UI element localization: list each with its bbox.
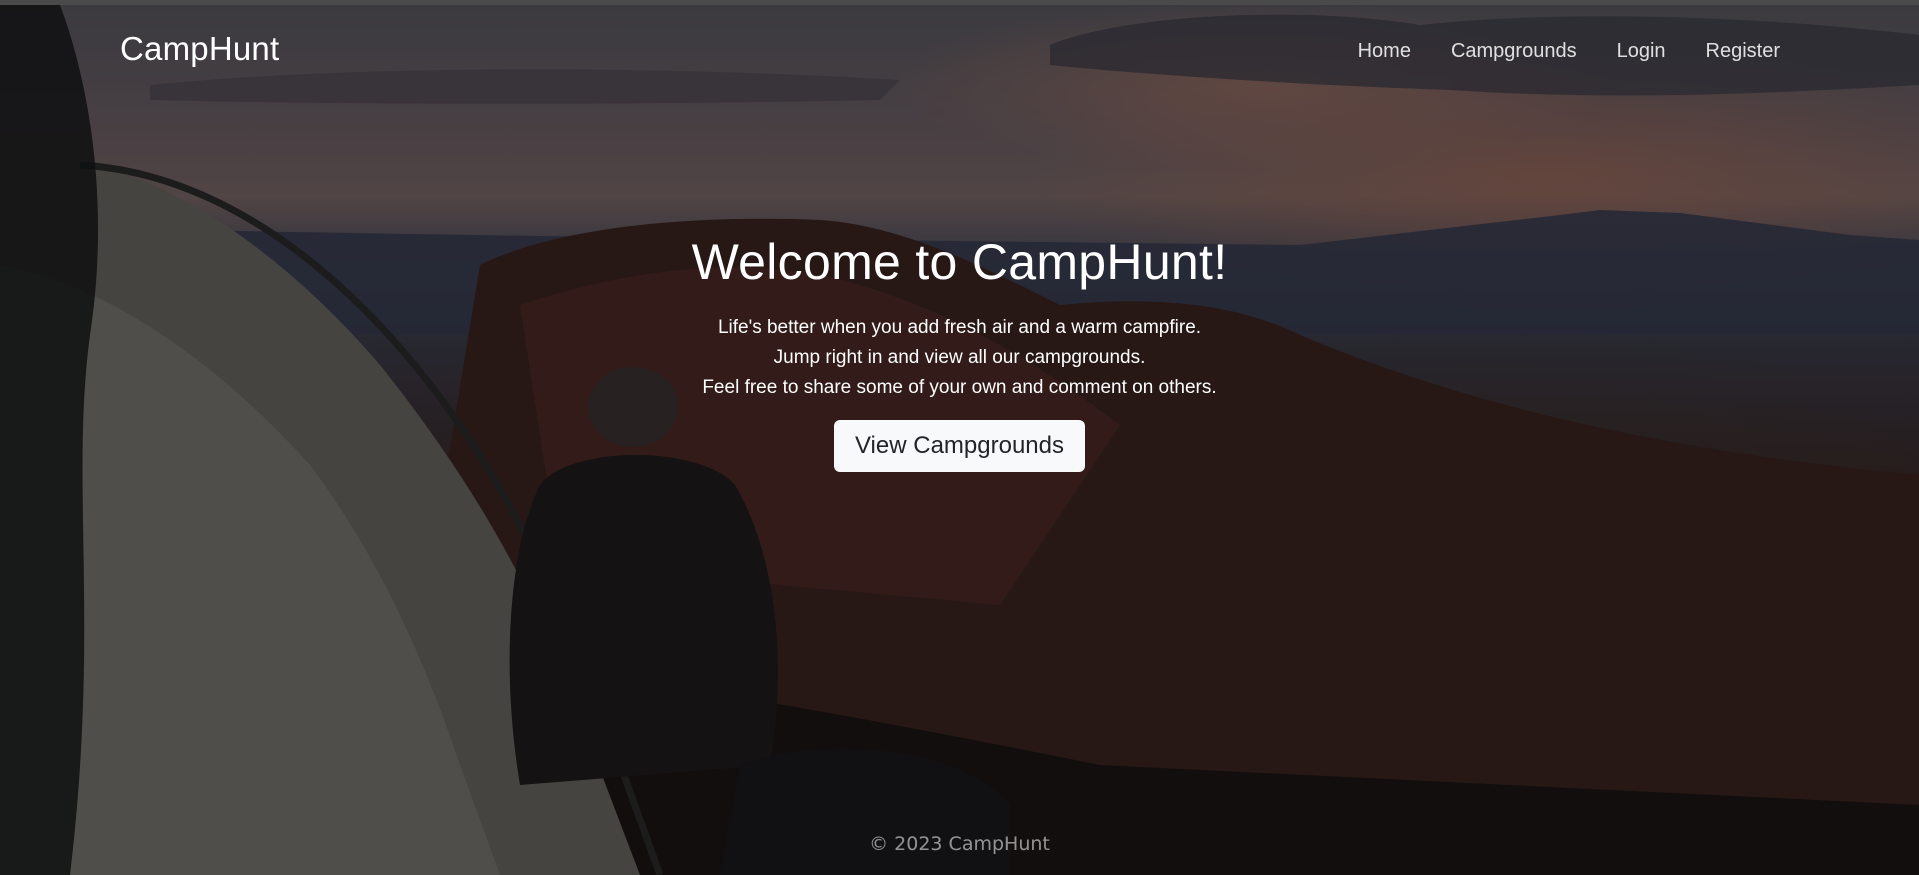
view-campgrounds-button[interactable]: View Campgrounds <box>833 420 1085 472</box>
top-navbar: CampHunt Home Campgrounds Login Register <box>120 28 1780 78</box>
footer-copyright: © 2023 CampHunt <box>869 833 1050 855</box>
brand-logo[interactable]: CampHunt <box>120 30 279 68</box>
hero-content: Welcome to CampHunt! Life's better when … <box>0 233 1919 472</box>
nav-login-link[interactable]: Login <box>1617 40 1666 63</box>
nav-register-link[interactable]: Register <box>1706 40 1780 63</box>
hero-tagline-2: Jump right in and view all our campgroun… <box>773 347 1146 368</box>
nav-links: Home Campgrounds Login Register <box>1358 40 1780 63</box>
hero-tagline-1: Life's better when you add fresh air and… <box>717 317 1202 338</box>
hero-title: Welcome to CampHunt! <box>691 234 1228 290</box>
hero-tagline-3: Feel free to share some of your own and … <box>702 377 1217 398</box>
nav-home-link[interactable]: Home <box>1358 40 1411 63</box>
nav-campgrounds-link[interactable]: Campgrounds <box>1451 40 1577 63</box>
hero-background: CampHunt Home Campgrounds Login Register… <box>0 5 1919 875</box>
